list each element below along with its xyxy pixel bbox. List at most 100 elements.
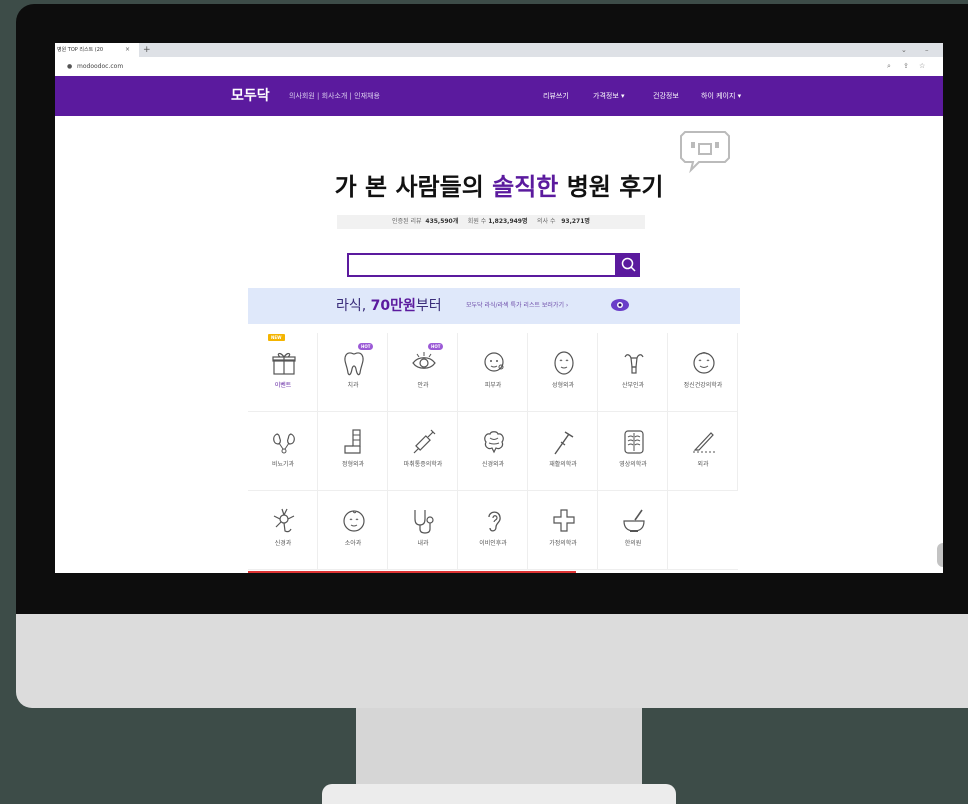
category-label: 피부과 — [484, 382, 502, 389]
ribcage-icon — [624, 430, 644, 454]
search-input[interactable] — [347, 253, 617, 277]
neuron-icon — [273, 508, 295, 533]
stats-bar: 인증된 리뷰 435,590개 회원 수 1,823,949명 의사 수 93,… — [337, 215, 645, 229]
category-label: 정형외과 — [341, 461, 365, 468]
category-label: 치과 — [347, 382, 359, 389]
category-neurology[interactable]: 신경과 — [248, 491, 318, 570]
section-divider — [248, 571, 576, 573]
category-psychiatry[interactable]: 정신건강의학과 — [668, 333, 738, 412]
category-label: 재활의학과 — [549, 461, 577, 468]
category-event[interactable]: NEW 이벤트 — [248, 333, 318, 412]
monitor-chin — [16, 614, 968, 708]
category-label: 성형외과 — [551, 382, 575, 389]
category-label: 외과 — [697, 461, 709, 468]
browser-screen: 병원 TOP 리스트 (20 × + ⌄ – ● modoodoc.com ⌕ … — [55, 43, 943, 573]
browser-tab[interactable]: 병원 TOP 리스트 (20 × — [55, 43, 139, 57]
category-label: 한의원 — [624, 540, 642, 547]
tab-list-icon[interactable]: ⌄ — [901, 43, 907, 57]
search-icon — [621, 257, 636, 272]
category-neurosurgery[interactable]: 신경외과 — [458, 412, 528, 491]
search-icon[interactable]: ⌕ — [887, 57, 891, 76]
kidney-icon — [273, 433, 295, 454]
cast-icon — [344, 429, 361, 454]
category-label: 정신건강의학과 — [683, 382, 723, 389]
top-links[interactable]: 의사회원 | 회사소개 | 인재채용 — [289, 76, 380, 116]
department-grid: NEW 이벤트 HOT 치과 HOT 안과 피부과 성형외과 산부인과 정신건강… — [248, 333, 740, 571]
category-label: 비뇨기과 — [271, 461, 295, 468]
tooth-icon — [344, 352, 364, 376]
lock-icon: ● — [67, 63, 73, 70]
category-internal-medicine[interactable]: 내과 — [388, 491, 458, 570]
monitor-stand-base — [322, 784, 676, 804]
member-count: 1,823,949명 — [488, 218, 528, 225]
new-tab-button[interactable]: + — [143, 43, 151, 57]
stethoscope-icon — [414, 510, 434, 534]
tab-title: 병원 TOP 리스트 (20 — [57, 47, 104, 53]
crutch-icon — [554, 431, 574, 455]
site-navbar: 모두닥 의사회원 | 회사소개 | 인재채용 리뷰쓰기 가격정보 ▾ 건강정보 … — [55, 76, 943, 116]
category-pediatrics[interactable]: 소아과 — [318, 491, 388, 570]
category-ophthalmology[interactable]: HOT 안과 — [388, 333, 458, 412]
category-label: 산부인과 — [621, 382, 645, 389]
menu-user-account[interactable]: 하이 케이지 ▾ — [701, 76, 741, 116]
medical-cross-icon — [553, 509, 575, 532]
menu-write-review[interactable]: 리뷰쓰기 — [543, 76, 569, 116]
uterus-icon — [624, 354, 644, 374]
category-label: 내과 — [417, 540, 429, 547]
ear-icon — [488, 511, 501, 532]
banner-link[interactable]: 모두닥 라식/라섹 특가 리스트 보러가기 › — [466, 288, 568, 324]
category-label: 신경과 — [274, 540, 292, 547]
review-count: 435,590개 — [425, 218, 459, 225]
gift-icon — [272, 352, 296, 375]
category-rehabilitation[interactable]: 재활의학과 — [528, 412, 598, 491]
lasik-promo-banner[interactable]: 라식, 70만원부터 모두닥 라식/라섹 특가 리스트 보러가기 › — [248, 288, 740, 324]
category-label: 가정의학과 — [549, 540, 577, 547]
url-text[interactable]: modoodoc.com — [77, 57, 123, 76]
address-bar[interactable]: ● modoodoc.com ⌕ ⇪ ☆ — [55, 57, 943, 77]
empty-grid-cell — [668, 491, 738, 570]
doctor-count: 93,271명 — [561, 218, 590, 225]
brain-icon — [484, 431, 504, 454]
banner-headline: 라식, 70만원부터 — [336, 298, 442, 314]
category-label: 이벤트 — [274, 382, 292, 389]
category-dermatology[interactable]: 피부과 — [458, 333, 528, 412]
category-label: 영상의학과 — [619, 461, 647, 468]
category-label: 이비인후과 — [479, 540, 507, 547]
category-dentistry[interactable]: HOT 치과 — [318, 333, 388, 412]
category-label: 마취통증의학과 — [403, 461, 443, 468]
face-skin-icon — [484, 352, 504, 372]
category-surgery[interactable]: 외과 — [668, 412, 738, 491]
floating-scroll-handle[interactable] — [937, 543, 943, 567]
category-family-medicine[interactable]: 가정의학과 — [528, 491, 598, 570]
monitor-stand — [356, 708, 642, 795]
smile-face-icon — [693, 352, 715, 374]
site-logo[interactable]: 모두닥 — [231, 76, 270, 116]
category-radiology[interactable]: 영상의학과 — [598, 412, 668, 491]
category-oriental-medicine[interactable]: 한의원 — [598, 491, 668, 570]
category-label: 소아과 — [344, 540, 362, 547]
new-badge: NEW — [268, 334, 285, 341]
browser-tab-bar: 병원 TOP 리스트 (20 × + ⌄ – — [55, 43, 943, 57]
eye-icon — [611, 299, 629, 311]
scalpel-icon — [693, 432, 715, 453]
category-orthopedics[interactable]: 정형외과 — [318, 412, 388, 491]
share-icon[interactable]: ⇪ — [903, 57, 909, 76]
eye-icon — [412, 352, 436, 369]
baby-face-icon — [343, 510, 365, 532]
hero-title: 가 본 사람들의 솔직한 병원 후기 — [334, 173, 664, 201]
category-urology[interactable]: 비뇨기과 — [248, 412, 318, 491]
tab-close-icon[interactable]: × — [125, 43, 130, 57]
category-obstetrics[interactable]: 산부인과 — [598, 333, 668, 412]
menu-health-info[interactable]: 건강정보 — [653, 76, 679, 116]
bookmark-star-icon[interactable]: ☆ — [919, 57, 925, 76]
category-label: 신경외과 — [481, 461, 505, 468]
category-ent[interactable]: 이비인후과 — [458, 491, 528, 570]
minimize-icon[interactable]: – — [925, 43, 929, 57]
menu-price-info[interactable]: 가격정보 ▾ — [593, 76, 625, 116]
mortar-pestle-icon — [623, 509, 645, 532]
category-anesthesiology[interactable]: 마취통증의학과 — [388, 412, 458, 491]
category-plastic-surgery[interactable]: 성형외과 — [528, 333, 598, 412]
search-button[interactable] — [617, 253, 640, 277]
syringe-icon — [413, 429, 436, 454]
face-icon — [554, 351, 574, 375]
